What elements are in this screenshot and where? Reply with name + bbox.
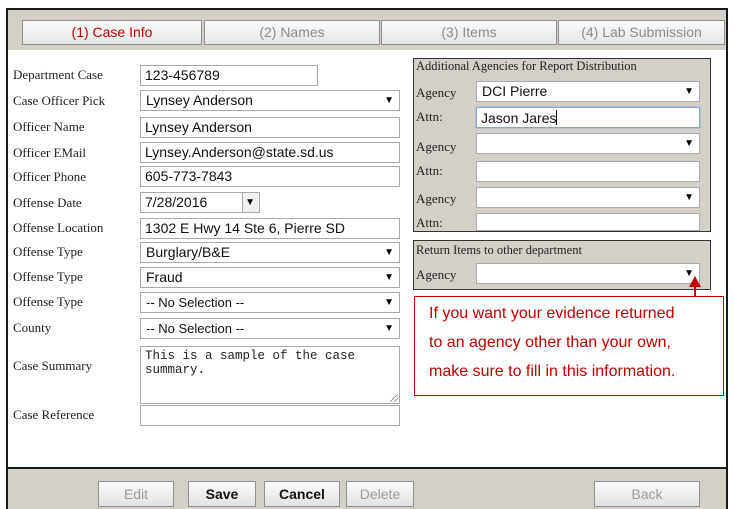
case-info-form: Department Case Case Officer Pick Office… (8, 50, 726, 467)
officer-email-input[interactable]: Lynsey.Anderson@state.sd.us (140, 142, 400, 163)
cancel-button[interactable]: Cancel (264, 481, 340, 507)
return-items-panel: Return Items to other department Agency … (413, 240, 711, 290)
help-callout: If you want your evidence returned to an… (414, 296, 724, 396)
offense-location-label: Offense Location (13, 220, 104, 235)
additional-agencies-title: Additional Agencies for Report Distribut… (416, 59, 637, 73)
return-items-title: Return Items to other department (416, 243, 582, 257)
officer-name-label: Officer Name (13, 119, 85, 134)
additional-agencies-panel: Additional Agencies for Report Distribut… (413, 58, 711, 232)
attn-3-input[interactable] (476, 213, 700, 231)
officer-name-input[interactable]: Lynsey Anderson (140, 117, 400, 138)
tab-lab-submission[interactable]: (4) Lab Submission (558, 20, 725, 45)
offense-type-2-value: Fraud (146, 269, 183, 285)
offense-location-input[interactable]: 1302 E Hwy 14 Ste 6, Pierre SD (140, 218, 400, 239)
tab-names[interactable]: (2) Names (204, 20, 380, 45)
case-reference-input[interactable] (140, 405, 400, 426)
officer-email-label: Officer EMail (13, 145, 87, 160)
chevron-down-icon: ▼ (384, 247, 394, 258)
case-officer-pick-select[interactable]: Lynsey Anderson ▼ (140, 90, 400, 111)
callout-line-3: make sure to fill in this information. (429, 363, 676, 380)
officer-phone-input[interactable]: 605-773-7843 (140, 166, 400, 187)
case-summary-text: This is a sample of the case summary. (145, 349, 356, 377)
county-label: County (13, 320, 52, 335)
tab-items[interactable]: (3) Items (381, 20, 557, 45)
back-button[interactable]: Back (594, 481, 700, 507)
chevron-down-icon: ▼ (245, 197, 255, 208)
offense-date-input[interactable]: 7/28/2016 (140, 192, 258, 213)
chevron-down-icon: ▼ (684, 86, 694, 97)
callout-line-2: to an agency other than your own, (429, 334, 671, 351)
department-case-label: Department Case (13, 67, 103, 82)
offense-type-3-select[interactable]: -- No Selection -- ▼ (140, 292, 400, 313)
offense-type-1-label: Offense Type (13, 244, 83, 259)
case-officer-pick-label: Case Officer Pick (13, 93, 106, 108)
chevron-down-icon: ▼ (684, 138, 694, 149)
agency-1-value: DCI Pierre (482, 83, 548, 99)
county-select[interactable]: -- No Selection -- ▼ (140, 318, 400, 339)
agency-3-select[interactable]: ▼ (476, 187, 700, 208)
chevron-down-icon: ▼ (384, 323, 394, 334)
action-bar: Edit Save Cancel Delete Back (8, 467, 726, 509)
agency-1-select[interactable]: DCI Pierre ▼ (476, 81, 700, 102)
attn-2-input[interactable] (476, 161, 700, 182)
case-info-window: (1) Case Info (2) Names (3) Items (4) La… (6, 8, 728, 509)
attn-2-label: Attn: (416, 163, 443, 178)
resize-grip-icon[interactable] (390, 394, 398, 402)
case-officer-pick-value: Lynsey Anderson (146, 92, 253, 108)
case-summary-textarea[interactable]: This is a sample of the case summary. (140, 346, 400, 404)
tab-bar: (1) Case Info (2) Names (3) Items (4) La… (8, 10, 726, 50)
agency-3-label: Agency (416, 191, 457, 206)
county-value: -- No Selection -- (146, 321, 245, 336)
attn-3-label: Attn: (416, 215, 443, 230)
agency-1-label: Agency (416, 85, 457, 100)
date-picker-icon[interactable]: ▼ (242, 192, 260, 213)
case-summary-label: Case Summary (13, 358, 93, 373)
callout-line-1: If you want your evidence returned (429, 305, 675, 322)
offense-type-2-label: Offense Type (13, 269, 83, 284)
officer-phone-label: Officer Phone (13, 169, 87, 184)
attn-1-input[interactable]: Jason Jares (476, 107, 700, 128)
offense-type-2-select[interactable]: Fraud ▼ (140, 267, 400, 288)
chevron-down-icon: ▼ (384, 272, 394, 283)
return-agency-select[interactable]: ▼ (476, 263, 700, 284)
offense-type-3-label: Offense Type (13, 294, 83, 309)
tab-case-info[interactable]: (1) Case Info (22, 20, 202, 45)
offense-type-1-select[interactable]: Burglary/B&E ▼ (140, 242, 400, 263)
attn-1-label: Attn: (416, 109, 443, 124)
chevron-down-icon: ▼ (384, 297, 394, 308)
offense-date-label: Offense Date (13, 195, 82, 210)
return-agency-label: Agency (416, 267, 457, 282)
offense-type-3-value: -- No Selection -- (146, 295, 245, 310)
chevron-down-icon: ▼ (384, 95, 394, 106)
text-cursor (556, 110, 558, 125)
agency-2-select[interactable]: ▼ (476, 133, 700, 154)
chevron-down-icon: ▼ (684, 192, 694, 203)
case-reference-label: Case Reference (13, 407, 95, 422)
department-case-input[interactable]: 123-456789 (140, 65, 318, 86)
edit-button[interactable]: Edit (98, 481, 174, 507)
offense-type-1-value: Burglary/B&E (146, 244, 231, 260)
agency-2-label: Agency (416, 139, 457, 154)
save-button[interactable]: Save (188, 481, 256, 507)
attn-1-value: Jason Jares (481, 110, 557, 126)
delete-button[interactable]: Delete (346, 481, 414, 507)
